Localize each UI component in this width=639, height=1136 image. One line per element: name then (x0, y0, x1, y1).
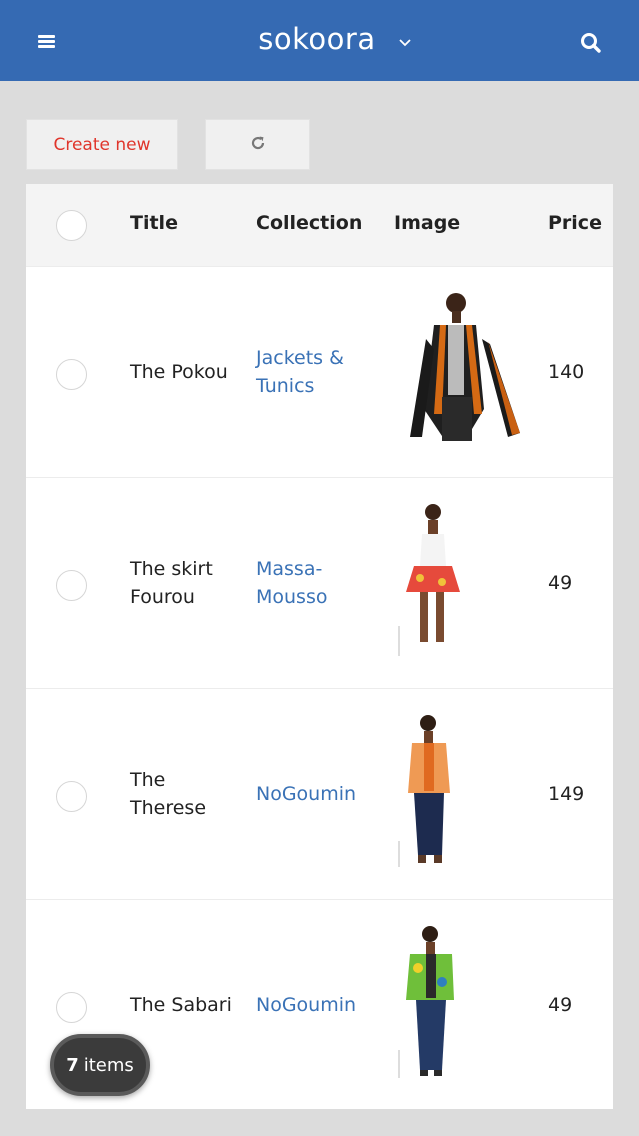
item-count-badge[interactable]: 7 items (50, 1034, 150, 1096)
refresh-button[interactable] (205, 119, 310, 170)
product-image (398, 924, 468, 1084)
row-select-radio[interactable] (56, 570, 87, 601)
row-collection-link[interactable]: NoGoumin (256, 780, 376, 808)
item-count-label: items (83, 1054, 134, 1076)
create-new-button[interactable]: Create new (26, 119, 178, 170)
products-table: Title Collection Image Price The Pokou J… (26, 184, 613, 1109)
brand-switcher[interactable]: sokoora (0, 22, 639, 56)
table-row[interactable]: The Pokou Jackets & Tunics 140 (26, 266, 613, 477)
chevron-down-icon (399, 32, 411, 51)
app-header: sokoora (0, 0, 639, 81)
search-icon[interactable] (578, 30, 604, 56)
product-image (398, 502, 468, 662)
row-price: 140 (548, 361, 585, 383)
item-count-number: 7 (66, 1054, 79, 1076)
refresh-icon (249, 134, 267, 156)
product-image (404, 289, 524, 449)
row-select-radio[interactable] (56, 992, 87, 1023)
row-title: The Therese (130, 769, 207, 819)
row-collection-link[interactable]: Jackets & Tunics (256, 344, 376, 400)
column-header-collection: Collection (256, 212, 363, 234)
row-title: The skirt Fourou (130, 558, 213, 608)
brand-name: sokoora (258, 22, 376, 56)
table-header: Title Collection Image Price (26, 184, 613, 266)
row-price: 49 (548, 994, 573, 1016)
product-image (398, 713, 468, 873)
column-header-image: Image (394, 212, 461, 234)
column-header-title: Title (130, 212, 178, 234)
row-select-radio[interactable] (56, 359, 87, 390)
row-title: The Pokou (130, 361, 228, 383)
table-row[interactable]: The Therese NoGoumin 149 (26, 688, 613, 899)
row-price: 149 (548, 783, 585, 805)
row-title: The Sabari (130, 994, 232, 1016)
select-all-radio[interactable] (56, 210, 87, 241)
row-collection-link[interactable]: NoGoumin (256, 991, 376, 1019)
row-price: 49 (548, 572, 573, 594)
row-select-radio[interactable] (56, 781, 87, 812)
row-collection-link[interactable]: Massa-Mousso (256, 555, 376, 611)
column-header-price: Price (548, 212, 602, 234)
table-row[interactable]: The skirt Fourou Massa-Mousso 49 (26, 477, 613, 688)
